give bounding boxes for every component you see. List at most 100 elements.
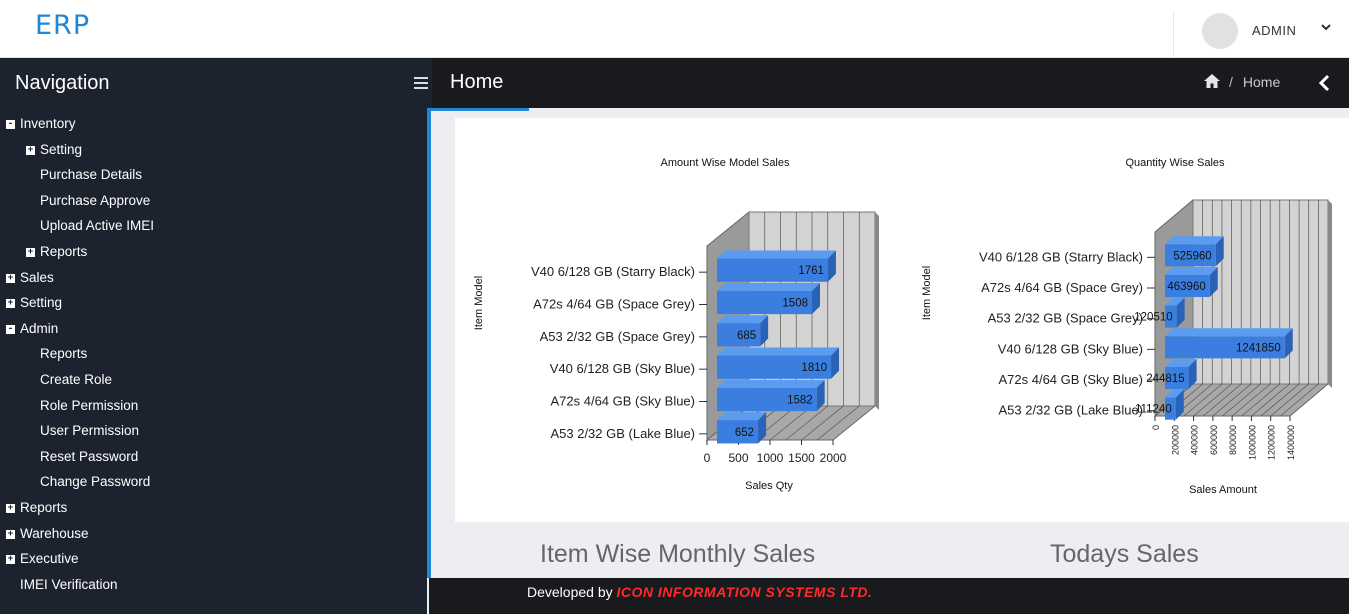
sidebar-item[interactable]: + Executive bbox=[0, 546, 427, 572]
chart-title: Amount Wise Model Sales bbox=[661, 157, 790, 169]
sidebar-item-label: IMEI Verification bbox=[20, 576, 118, 592]
sidebar-item[interactable]: Reset Password bbox=[0, 444, 427, 470]
expand-icon[interactable]: + bbox=[6, 529, 15, 539]
chart-data-label: 463960 bbox=[1167, 281, 1205, 293]
sidebar-item[interactable]: Role Permission bbox=[0, 393, 427, 419]
chart-data-label: 1508 bbox=[782, 298, 808, 310]
chevron-down-icon[interactable] bbox=[1320, 20, 1332, 36]
chart-bar-top bbox=[717, 250, 836, 259]
content-header: Home / Home bbox=[427, 58, 1349, 108]
chart-category-label: A72s 4/64 GB (Sky Blue) bbox=[998, 372, 1143, 387]
chart-category-label: V40 6/128 GB (Starry Black) bbox=[979, 249, 1143, 264]
sidebar-item-label: Reports bbox=[40, 346, 88, 362]
collapse-icon[interactable]: - bbox=[6, 120, 15, 129]
chart-tick-label: 1000 bbox=[757, 451, 784, 465]
expand-icon[interactable]: + bbox=[26, 145, 35, 155]
sidebar-item[interactable]: + Sales bbox=[0, 265, 427, 291]
chart-x-axis-label: Sales Amount bbox=[1189, 484, 1257, 496]
chart-tick-label: 2000 bbox=[820, 451, 847, 465]
chart-tick-label: 0 bbox=[1151, 425, 1161, 430]
chart-data-label: 652 bbox=[735, 427, 754, 439]
breadcrumb-separator: / bbox=[1229, 74, 1233, 90]
sidebar-item[interactable]: + Warehouse bbox=[0, 521, 427, 547]
expand-icon[interactable]: + bbox=[6, 555, 15, 565]
expand-icon[interactable]: + bbox=[6, 503, 15, 513]
chart-title: Quantity Wise Sales bbox=[1125, 157, 1225, 169]
expand-icon[interactable]: + bbox=[26, 247, 35, 257]
sidebar-item-label: Purchase Details bbox=[40, 167, 143, 183]
chart-bar-top bbox=[717, 282, 821, 291]
sidebar-item[interactable]: Purchase Approve bbox=[0, 188, 427, 214]
chart-x-axis-label: Sales Qty bbox=[745, 480, 793, 492]
expand-icon[interactable]: + bbox=[6, 273, 15, 283]
sidebar-item[interactable]: - Admin bbox=[0, 316, 427, 342]
chart-tick-label: 500 bbox=[728, 451, 748, 465]
sidebar-item[interactable]: + Setting bbox=[0, 290, 427, 316]
sidebar-item-label: Setting bbox=[40, 141, 83, 157]
menu-icon-line bbox=[414, 87, 428, 89]
chart-wall-shadow bbox=[1328, 200, 1332, 388]
sidebar-item-label: User Permission bbox=[40, 423, 140, 439]
sidebar-item[interactable]: Reports bbox=[0, 341, 427, 367]
sidebar-item[interactable]: Create Role bbox=[0, 367, 427, 393]
chart-y-axis-label: Item Model bbox=[921, 266, 933, 320]
footer: Developed by ICON INFORMATION SYSTEMS LT… bbox=[429, 578, 1349, 614]
chart-wall-shadow bbox=[875, 212, 879, 410]
avatar[interactable] bbox=[1202, 13, 1238, 49]
collapse-icon[interactable]: - bbox=[6, 324, 15, 334]
app-brand[interactable]: ERP bbox=[35, 10, 90, 41]
chart-tick-label: 1200000 bbox=[1267, 425, 1277, 460]
chart-data-label: 1761 bbox=[798, 265, 824, 277]
sidebar-item-label: Reports bbox=[40, 243, 88, 259]
home-icon[interactable] bbox=[1203, 73, 1221, 89]
chart-category-label: A53 2/32 GB (Space Grey) bbox=[988, 311, 1143, 326]
sidebar-item[interactable]: User Permission bbox=[0, 418, 427, 444]
sidebar: Navigation - Inventory + Setting Purchase De… bbox=[0, 58, 427, 614]
accent-progress bbox=[427, 108, 529, 111]
chart-category-label: V40 6/128 GB (Sky Blue) bbox=[998, 341, 1143, 356]
chart-tick-label: 400000 bbox=[1190, 425, 1200, 455]
sidebar-item-label: Purchase Approve bbox=[40, 192, 151, 208]
sidebar-item-label: Role Permission bbox=[40, 397, 139, 413]
sidebar-item[interactable]: + Reports bbox=[0, 239, 427, 265]
chart-panel: 0 500 1000 1500 2000 1761 V40 6/128 GB (Starry… bbox=[455, 118, 1349, 522]
sidebar-item-label: Reset Password bbox=[40, 448, 139, 464]
sidebar-item-label: Admin bbox=[20, 320, 59, 336]
sidebar-item-label: Change Password bbox=[40, 474, 151, 490]
nav-tree: - Inventory + Setting Purchase Details Purcha… bbox=[0, 111, 427, 597]
menu-icon bbox=[414, 77, 428, 79]
chart-data-label: 525960 bbox=[1173, 250, 1211, 262]
sidebar-item[interactable]: IMEI Verification bbox=[0, 572, 427, 598]
chevron-left-icon[interactable] bbox=[1318, 74, 1332, 92]
sidebar-item[interactable]: Purchase Details bbox=[0, 162, 427, 188]
chart-bar-top bbox=[717, 315, 769, 324]
username[interactable]: ADMIN bbox=[1252, 23, 1296, 38]
section-heading-today: Todays Sales bbox=[1050, 540, 1199, 568]
menu-icon-line bbox=[414, 82, 428, 84]
sidebar-item[interactable]: Upload Active IMEI bbox=[0, 213, 427, 239]
footer-company[interactable]: ICON INFORMATION SYSTEMS LTD. bbox=[617, 584, 873, 600]
chart-data-label: 1582 bbox=[787, 395, 813, 407]
sidebar-toggle-button[interactable] bbox=[410, 58, 432, 108]
chart-category-label: A53 2/32 GB (Lake Blue) bbox=[998, 403, 1143, 418]
top-header: ERP ADMIN bbox=[0, 0, 1349, 58]
sidebar-item-label: Executive bbox=[20, 551, 79, 567]
sidebar-item[interactable]: Change Password bbox=[0, 469, 427, 495]
chart-data-label: 1810 bbox=[801, 362, 827, 374]
sidebar-item[interactable]: + Setting bbox=[0, 137, 427, 163]
chart-bar-top bbox=[717, 412, 767, 421]
expand-icon[interactable]: + bbox=[6, 299, 15, 309]
user-menu[interactable]: ADMIN bbox=[1173, 12, 1349, 58]
chart-category-label: A72s 4/64 GB (Space Grey) bbox=[533, 297, 695, 312]
chart-category-label: A72s 4/64 GB (Space Grey) bbox=[981, 280, 1143, 295]
sidebar-item-label: Reports bbox=[20, 499, 68, 515]
chart-bar-top bbox=[1165, 266, 1218, 275]
accent-strip bbox=[427, 108, 431, 578]
chart-category-label: A53 2/32 GB (Space Grey) bbox=[540, 329, 695, 344]
sidebar-item[interactable]: - Inventory bbox=[0, 111, 427, 137]
sidebar-item[interactable]: + Reports bbox=[0, 495, 427, 521]
chart-bar-top bbox=[1165, 236, 1224, 245]
footer-credit: Developed by ICON INFORMATION SYSTEMS LT… bbox=[527, 584, 872, 600]
breadcrumb-current: Home bbox=[1242, 74, 1281, 90]
footer-prefix: Developed by bbox=[527, 584, 613, 600]
